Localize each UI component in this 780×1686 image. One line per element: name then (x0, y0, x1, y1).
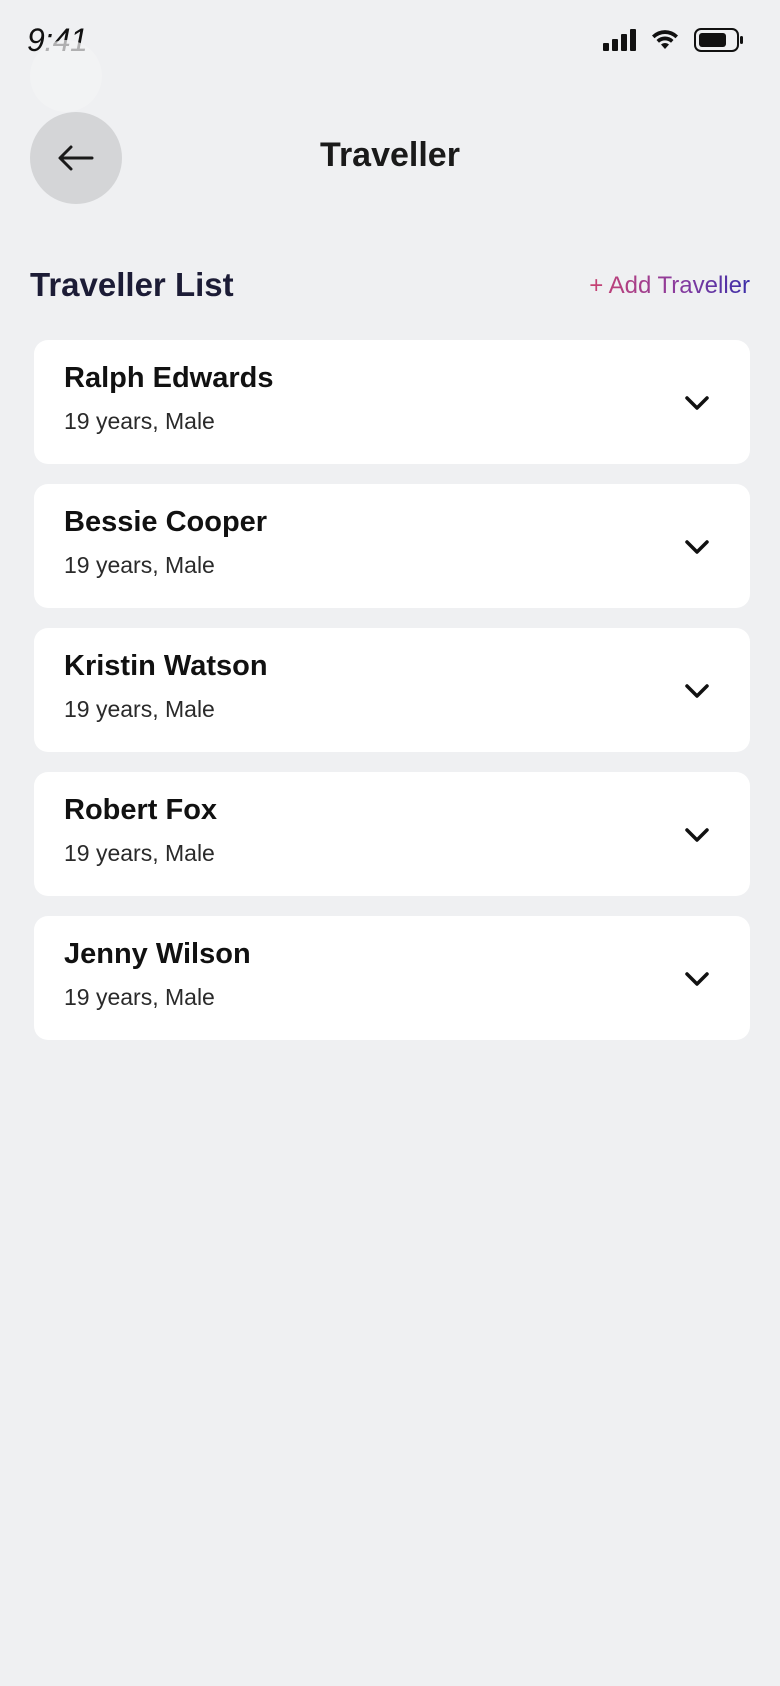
traveller-card[interactable]: Ralph Edwards 19 years, Male (34, 340, 750, 464)
wifi-icon (652, 30, 678, 49)
traveller-detail: 19 years, Male (64, 696, 215, 722)
traveller-detail: 19 years, Male (64, 984, 215, 1010)
traveller-detail: 19 years, Male (64, 552, 215, 578)
traveller-name: Ralph Edwards (64, 362, 274, 394)
decorative-circle (30, 40, 102, 112)
traveller-name: Bessie Cooper (64, 506, 268, 538)
chevron-down-icon[interactable] (682, 676, 712, 706)
cellular-signal-icon (603, 29, 636, 51)
chevron-down-icon[interactable] (682, 820, 712, 850)
traveller-name: Kristin Watson (64, 650, 268, 682)
traveller-name: Robert Fox (64, 794, 218, 826)
battery-icon (694, 28, 743, 52)
chevron-down-icon[interactable] (682, 388, 712, 418)
traveller-card[interactable]: Jenny Wilson 19 years, Male (34, 916, 750, 1040)
traveller-card[interactable]: Kristin Watson 19 years, Male (34, 628, 750, 752)
chevron-down-icon[interactable] (682, 964, 712, 994)
status-bar: 9:41 (0, 0, 780, 88)
page-title: Traveller (320, 136, 460, 174)
traveller-detail: 19 years, Male (64, 840, 215, 866)
traveller-card[interactable]: Bessie Cooper 19 years, Male (34, 484, 750, 608)
section-title: Traveller List (30, 266, 234, 303)
traveller-list: Ralph Edwards 19 years, Male Bessie Coop… (34, 340, 750, 1060)
status-icons (603, 28, 744, 52)
traveller-detail: 19 years, Male (64, 408, 215, 434)
traveller-name: Jenny Wilson (64, 938, 251, 970)
add-traveller-link[interactable]: + Add Traveller (589, 272, 750, 300)
chevron-down-icon[interactable] (682, 532, 712, 562)
traveller-card[interactable]: Robert Fox 19 years, Male (34, 772, 750, 896)
